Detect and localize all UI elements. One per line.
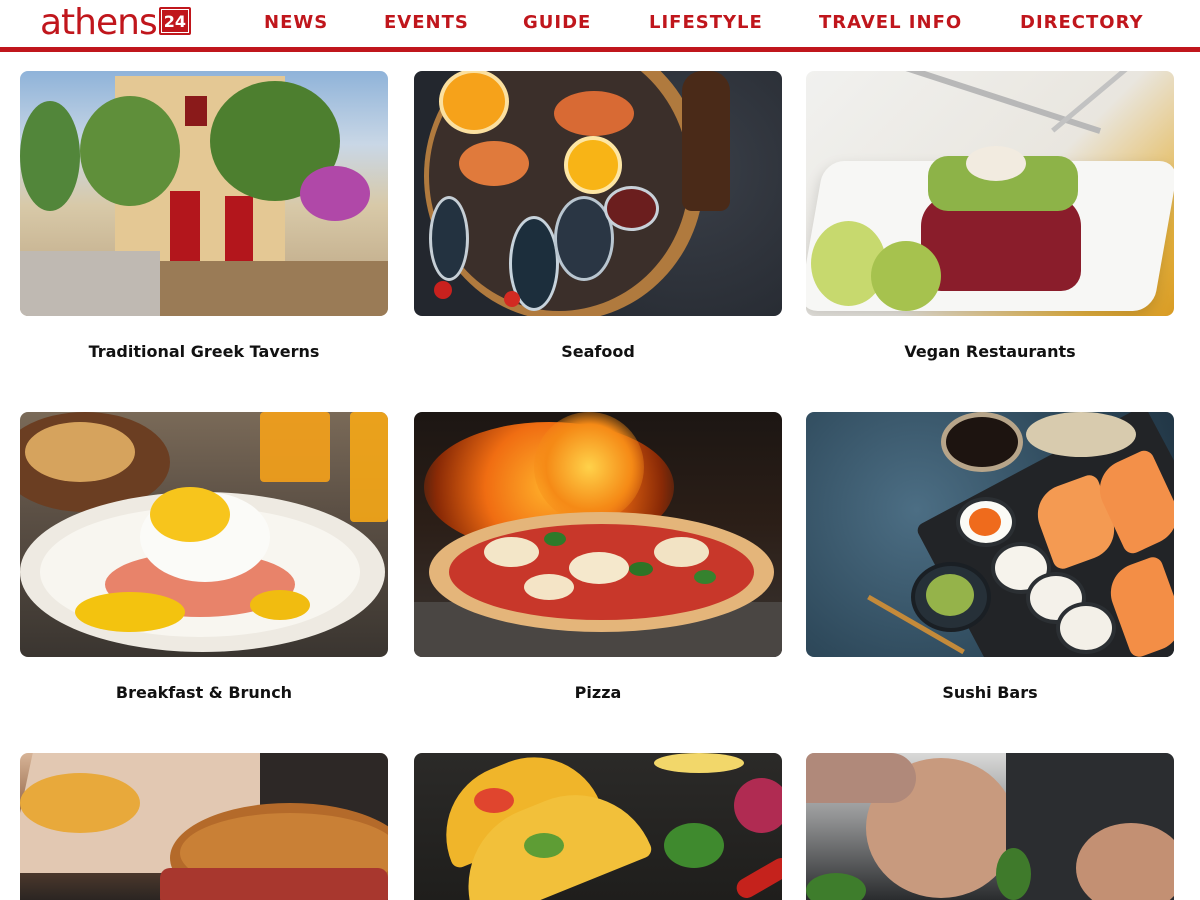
sushi-image — [806, 412, 1174, 657]
category-card-mexican[interactable] — [414, 753, 782, 900]
category-card-sushi[interactable]: Sushi Bars — [806, 412, 1174, 702]
category-card-fine-dining[interactable] — [806, 753, 1174, 900]
nav-item-news[interactable]: NEWS — [264, 12, 328, 33]
card-title: Sushi Bars — [942, 683, 1038, 702]
breakfast-image — [20, 412, 388, 657]
category-card-burgers[interactable] — [20, 753, 388, 900]
nav-item-lifestyle[interactable]: LIFESTYLE — [649, 12, 763, 33]
card-title: Traditional Greek Taverns — [88, 342, 320, 361]
category-card-breakfast[interactable]: Breakfast & Brunch — [20, 412, 388, 702]
card-title: Breakfast & Brunch — [115, 683, 293, 702]
pizza-image — [414, 412, 782, 657]
main-navigation: NEWS EVENTS GUIDE LIFESTYLE TRAVEL INFO … — [0, 0, 1200, 46]
category-card-seafood[interactable]: Seafood — [414, 71, 782, 361]
site-header: athens 24 NEWS EVENTS GUIDE LIFESTYLE TR… — [0, 0, 1200, 52]
category-card-taverns[interactable]: Traditional Greek Taverns — [20, 71, 388, 361]
category-card-pizza[interactable]: Pizza — [414, 412, 782, 702]
nav-item-events[interactable]: EVENTS — [384, 12, 469, 33]
chef-image — [806, 753, 1174, 900]
tacos-image — [414, 753, 782, 900]
burger-image — [20, 753, 388, 900]
nav-item-travel-info[interactable]: TRAVEL INFO — [819, 12, 962, 33]
seafood-image — [414, 71, 782, 316]
nav-item-guide[interactable]: GUIDE — [523, 12, 591, 33]
nav-item-directory[interactable]: DIRECTORY — [1020, 12, 1144, 33]
taverns-image — [20, 71, 388, 316]
vegan-image — [806, 71, 1174, 316]
category-card-vegan[interactable]: Vegan Restaurants — [806, 71, 1174, 361]
card-title: Vegan Restaurants — [904, 342, 1076, 361]
card-title: Seafood — [561, 342, 635, 361]
card-title: Pizza — [574, 683, 622, 702]
